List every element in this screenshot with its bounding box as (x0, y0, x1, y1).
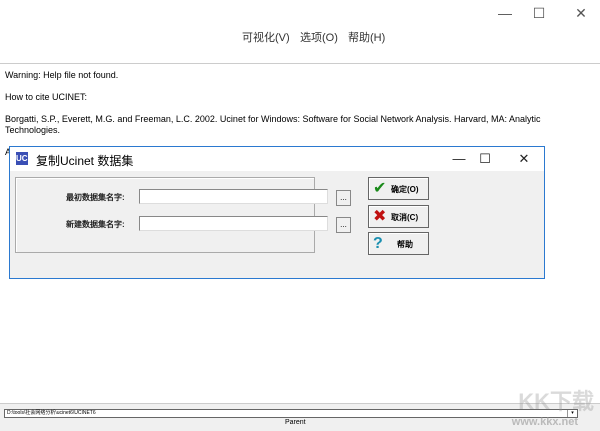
ok-label: 确定(O) (391, 185, 419, 194)
fields-group: 最初数据集名字: ... 新建数据集名字: ... (15, 177, 351, 253)
cancel-label: 取消(C) (391, 213, 419, 222)
help-button[interactable]: ? 帮助 (368, 232, 429, 255)
menu-visualize[interactable]: 可视化(V) (242, 29, 290, 45)
bottom-bar: D:\tools\社会网络分析\ucinet6\UCINET6 ▾ Parent (0, 403, 600, 431)
log-line: How to cite UCINET: (5, 92, 88, 102)
dialog-maximize-button[interactable]: ☐ (474, 150, 496, 168)
ucinet-icon: UCI (16, 152, 30, 165)
cancel-button[interactable]: ✖ 取消(C) (368, 205, 429, 228)
new-dataset-label: 新建数据集名字: (66, 220, 125, 229)
menu-bar: 可视化(V) 选项(O) 帮助(H) (0, 26, 600, 46)
copy-dataset-dialog: UCI 复制Ucinet 数据集 — ☐ ✕ 最初数据集名字: ... 新建数据… (9, 146, 545, 279)
log-line: Warning: Help file not found. (5, 70, 119, 80)
log-line: Borgatti, S.P., Everett, M.G. and Freema… (5, 114, 541, 135)
dialog-title: 复制Ucinet 数据集 (36, 154, 134, 168)
dialog-close-button[interactable]: ✕ (513, 150, 535, 168)
maximize-button[interactable]: ☐ (524, 4, 554, 22)
question-icon: ? (373, 235, 383, 252)
minimize-button[interactable]: — (490, 4, 520, 22)
menu-options[interactable]: 选项(O) (300, 29, 338, 45)
status-text: Parent (285, 419, 306, 426)
original-dataset-input[interactable] (139, 189, 328, 204)
browse-original-button[interactable]: ... (336, 190, 351, 206)
new-dataset-input[interactable] (139, 216, 328, 231)
watermark-url: www.kkx.net (511, 416, 578, 428)
title-bar: — ☐ ✕ (0, 0, 600, 26)
menu-help[interactable]: 帮助(H) (348, 29, 385, 45)
x-icon: ✖ (373, 208, 387, 225)
dialog-minimize-button[interactable]: — (448, 150, 470, 168)
original-dataset-label: 最初数据集名字: (66, 193, 125, 202)
help-label: 帮助 (397, 240, 413, 249)
watermark-logo: KK下载 (518, 389, 594, 414)
browse-new-button[interactable]: ... (336, 217, 351, 233)
directory-select[interactable]: D:\tools\社会网络分析\ucinet6\UCINET6 ▾ (4, 409, 578, 418)
dialog-title-bar: UCI 复制Ucinet 数据集 — ☐ ✕ (10, 147, 544, 171)
close-button[interactable]: ✕ (566, 4, 596, 22)
directory-path: D:\tools\社会网络分析\ucinet6\UCINET6 (7, 410, 96, 416)
checkmark-icon: ✔ (373, 180, 387, 197)
ok-button[interactable]: ✔ 确定(O) (368, 177, 429, 200)
